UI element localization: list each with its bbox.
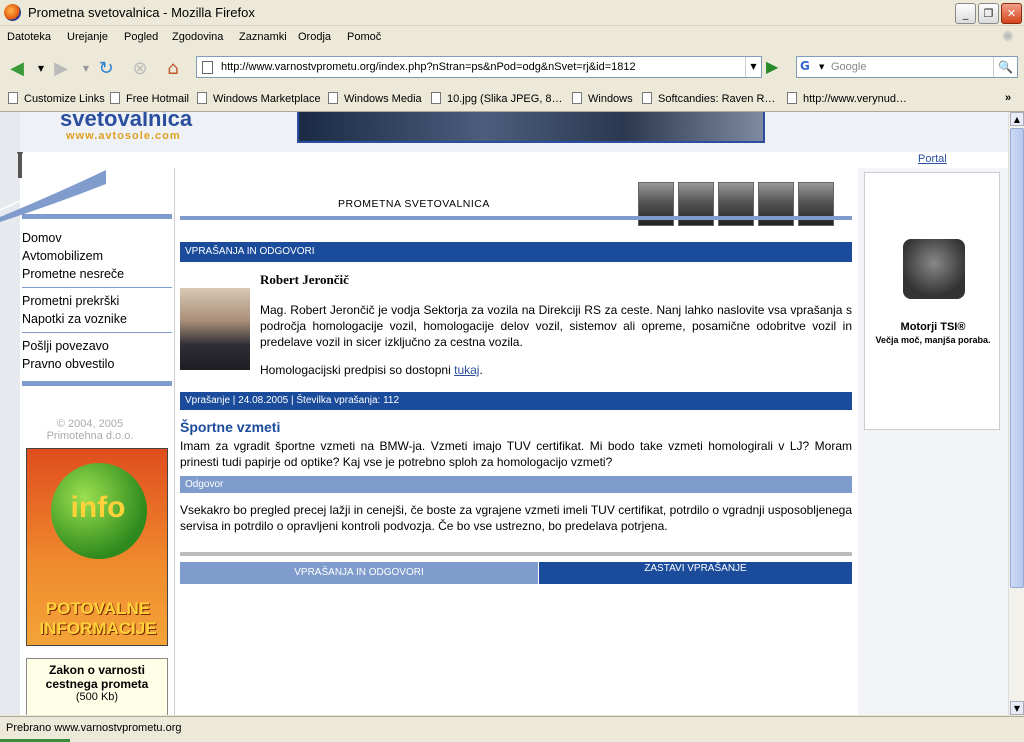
menu-help[interactable]: Pomoč bbox=[347, 31, 381, 43]
menu-file[interactable]: Datoteka bbox=[7, 31, 51, 43]
homologation-note: Homologacijski predpisi so dostopni tuka… bbox=[260, 363, 483, 377]
zakon-download-box[interactable]: Zakon o varnosti cestnega prometa (500 K… bbox=[26, 658, 168, 715]
ad-subtitle: Večja moč, manjša poraba. bbox=[875, 335, 991, 345]
bookmark-item[interactable]: Customize Links bbox=[8, 92, 105, 105]
minimize-button[interactable]: _ bbox=[955, 3, 976, 24]
bookmark-icon bbox=[787, 92, 797, 104]
bookmark-icon bbox=[328, 92, 338, 104]
scroll-thumb[interactable] bbox=[1010, 128, 1024, 588]
portal-link[interactable]: Portal bbox=[918, 153, 947, 165]
bookmarks-toolbar: Customize Links Free Hotmail Windows Mar… bbox=[0, 88, 1024, 112]
engine-image bbox=[903, 239, 965, 299]
nav-item-prometne-nesrece[interactable]: Prometne nesreče bbox=[20, 265, 172, 283]
page-viewport: svetovalnica www.avtosole.com Portal Dom… bbox=[0, 112, 1008, 715]
nav-item-poslji-povezavo[interactable]: Pošlji povezavo bbox=[20, 337, 172, 355]
nav-item-prometni-prekrski[interactable]: Prometni prekrški bbox=[20, 292, 172, 310]
search-engine-icon[interactable]: G bbox=[800, 59, 816, 75]
url-bar[interactable]: http://www.varnostvprometu.org/index.php… bbox=[196, 56, 762, 78]
homologation-link[interactable]: tukaj bbox=[454, 363, 479, 377]
answer-header: Odgovor bbox=[180, 476, 852, 493]
reload-icon[interactable]: ↻ bbox=[95, 58, 117, 80]
scroll-up-icon[interactable]: ▲ bbox=[1010, 112, 1024, 126]
status-text: Prebrano www.varnostvprometu.org bbox=[6, 722, 182, 734]
question-title: Športne vzmeti bbox=[180, 419, 281, 435]
ad-title: Motorji TSI® bbox=[900, 321, 966, 333]
advisor-name: Robert Jerončič bbox=[260, 272, 349, 287]
zakon-title: Zakon o varnosti cestnega prometa bbox=[45, 663, 149, 691]
search-input[interactable]: Google bbox=[831, 61, 866, 73]
bookmark-item[interactable]: Softcandies: Raven R… bbox=[642, 92, 775, 105]
answer-text: Vsekakro bo pregled precej lažji in cene… bbox=[180, 503, 852, 533]
menu-history[interactable]: Zgodovina bbox=[172, 31, 223, 43]
header-banner[interactable] bbox=[297, 112, 765, 143]
advisor-photo bbox=[180, 288, 250, 370]
bookmark-item[interactable]: 10.jpg (Slika JPEG, 8… bbox=[431, 92, 563, 105]
info-ad-banner[interactable]: info POTOVALNE INFORMACIJE bbox=[26, 448, 168, 646]
bookmark-icon bbox=[197, 92, 207, 104]
nav-divider bbox=[22, 381, 172, 386]
bookmark-icon bbox=[642, 92, 652, 104]
bookmark-item[interactable]: Windows Marketplace bbox=[197, 92, 321, 105]
menu-tools[interactable]: Orodja bbox=[298, 31, 331, 43]
search-bar[interactable]: G ▼ Google 🔍 bbox=[796, 56, 1018, 78]
bookmark-item[interactable]: http://www.verynud… bbox=[787, 92, 907, 105]
nav-item-napotki-za-voznike[interactable]: Napotki za voznike bbox=[20, 310, 172, 328]
stop-icon[interactable]: ⊗ bbox=[129, 58, 151, 80]
answer-divider bbox=[180, 552, 852, 556]
search-icon[interactable]: 🔍 bbox=[993, 57, 1017, 77]
throbber-icon: ✺ bbox=[1002, 28, 1014, 44]
window-title: Prometna svetovalnica - Mozilla Firefox bbox=[28, 5, 255, 20]
bookmark-item[interactable]: Windows bbox=[572, 92, 633, 105]
info-ad-caption: POTOVALNE INFORMACIJE bbox=[39, 599, 157, 638]
bookmark-icon bbox=[8, 92, 18, 104]
zakon-size: (500 Kb) bbox=[75, 691, 119, 703]
bookmark-icon bbox=[431, 92, 441, 104]
page-icon bbox=[202, 61, 213, 74]
forward-icon[interactable]: ▶ bbox=[50, 58, 72, 80]
restore-button[interactable]: ❐ bbox=[978, 3, 999, 24]
copyright: © 2004, 2005 Primotehna d.o.o. bbox=[46, 418, 134, 442]
bookmark-item[interactable]: Windows Media bbox=[328, 92, 422, 105]
bookmarks-overflow-icon[interactable]: » bbox=[1005, 92, 1011, 104]
forward-dropdown-icon[interactable]: ▼ bbox=[75, 58, 97, 80]
question-meta: Vprašanje | 24.08.2005 | Številka vpraša… bbox=[180, 392, 852, 410]
home-icon[interactable]: ⌂ bbox=[162, 58, 184, 80]
back-dropdown-icon[interactable]: ▼ bbox=[30, 58, 52, 80]
close-button[interactable]: ✕ bbox=[1001, 3, 1022, 24]
title-underline bbox=[180, 216, 852, 220]
left-navigation: Domov Avtomobilizem Prometne nesreče Pro… bbox=[20, 214, 172, 386]
site-logo-url: www.avtosole.com bbox=[66, 130, 181, 142]
menu-bar: Datoteka Urejanje Pogled Zgodovina Zazna… bbox=[0, 27, 1024, 49]
go-icon[interactable]: ▶ bbox=[766, 58, 784, 76]
vertical-scrollbar[interactable]: ▲ ▼ bbox=[1008, 112, 1024, 715]
tsi-ad-banner[interactable]: Motorji TSI® Večja moč, manjša poraba. bbox=[864, 172, 1000, 430]
info-ad-word: info bbox=[70, 491, 126, 524]
section-header: VPRAŠANJA IN ODGOVORI bbox=[180, 242, 852, 262]
scroll-down-icon[interactable]: ▼ bbox=[1010, 701, 1024, 715]
question-text: Imam za vgradit športne vzmeti na BMW-ja… bbox=[180, 439, 852, 469]
menu-bookmarks[interactable]: Zaznamki bbox=[239, 31, 287, 43]
title-bar: Prometna svetovalnica - Mozilla Firefox … bbox=[0, 0, 1024, 26]
menu-edit[interactable]: Urejanje bbox=[67, 31, 108, 43]
back-icon[interactable]: ◀ bbox=[6, 58, 28, 80]
search-engine-dropdown-icon[interactable]: ▼ bbox=[819, 63, 824, 71]
url-dropdown-icon[interactable]: ▼ bbox=[745, 57, 761, 77]
bookmark-icon bbox=[572, 92, 582, 104]
bookmark-item[interactable]: Free Hotmail bbox=[110, 92, 189, 105]
nav-item-domov[interactable]: Domov bbox=[20, 229, 172, 247]
questions-answers-button[interactable]: VPRAŠANJA IN ODGOVORI bbox=[180, 562, 538, 584]
ask-question-button[interactable]: ZASTAVI VPRAŠANJE bbox=[539, 562, 852, 584]
nav-item-avtomobilizem[interactable]: Avtomobilizem bbox=[20, 247, 172, 265]
road-graphic bbox=[0, 152, 106, 222]
firefox-logo-icon bbox=[4, 4, 21, 21]
advisor-bio: Mag. Robert Jerončič je vodja Sektorja z… bbox=[260, 303, 852, 349]
page-title: PROMETNA SVETOVALNICA bbox=[338, 198, 490, 210]
menu-view[interactable]: Pogled bbox=[124, 31, 158, 43]
bookmark-icon bbox=[110, 92, 120, 104]
nav-item-pravno-obvestilo[interactable]: Pravno obvestilo bbox=[20, 355, 172, 373]
url-text[interactable]: http://www.varnostvprometu.org/index.php… bbox=[221, 61, 636, 73]
status-bar: Prebrano www.varnostvprometu.org bbox=[0, 716, 1024, 742]
site-logo[interactable]: svetovalnica bbox=[60, 112, 192, 132]
